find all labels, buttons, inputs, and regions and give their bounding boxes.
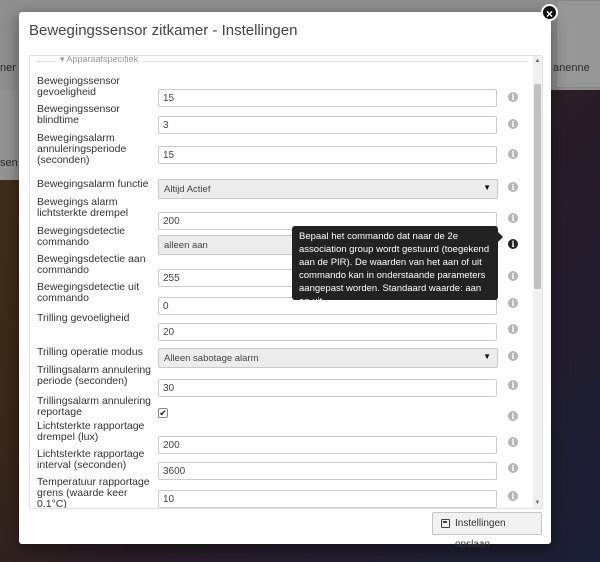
tooltip-arrow <box>498 232 503 242</box>
section-legend[interactable]: ▾ Apparaatspecifiek <box>56 55 143 65</box>
section-legend-label: Apparaatspecifiek <box>66 55 139 64</box>
setting-label: Bewegingssensor blindtime <box>37 103 120 126</box>
setting-label: Lichtsterkte rapportage drempel (lux) <box>37 420 145 443</box>
info-icon[interactable]: i <box>508 92 518 102</box>
info-icon[interactable]: i <box>508 119 518 129</box>
setting-input[interactable]: 200 <box>158 436 497 454</box>
caret-down-icon: ▼ <box>483 183 491 192</box>
save-settings-button[interactable]: Instellingen opslaan <box>432 512 542 550</box>
setting-label: Bewegingssensor gevoeligheid <box>37 75 120 98</box>
setting-label: Bewegingsdetectie commando <box>37 225 126 248</box>
setting-label: Lichtsterkte rapportage interval (second… <box>37 448 145 471</box>
setting-select[interactable]: Alleen sabotage alarm ▼ <box>158 348 498 368</box>
setting-label: Bewegingsalarm annuleringsperiode (secon… <box>37 132 127 166</box>
select-value: Alleen sabotage alarm <box>164 353 259 364</box>
close-button[interactable]: × <box>541 4 558 21</box>
select-value: alleen aan <box>164 240 208 251</box>
info-icon[interactable]: i <box>508 380 518 390</box>
setting-input[interactable]: 3 <box>158 116 497 134</box>
info-icon[interactable]: i <box>508 182 518 192</box>
setting-input[interactable]: 10 <box>158 490 497 508</box>
setting-select[interactable]: Altijd Actief ▼ <box>158 179 498 199</box>
close-icon: × <box>545 7 553 21</box>
modal-title: Bewegingssensor zitkamer - Instellingen <box>29 22 298 39</box>
caret-down-icon: ▼ <box>483 352 491 361</box>
scroll-up-arrow-icon[interactable]: ▲ <box>534 58 541 64</box>
setting-label: Temperatuur rapportage grens (waarde kee… <box>37 476 150 509</box>
scrollbar[interactable]: ▲ ▼ <box>533 56 542 508</box>
scrollbar-thumb[interactable] <box>534 84 541 289</box>
info-icon[interactable]: i <box>508 491 518 501</box>
info-icon[interactable]: i <box>508 351 518 361</box>
setting-label: Bewegings alarm lichtsterkte drempel <box>37 196 129 219</box>
info-icon[interactable]: i <box>508 271 518 281</box>
select-value: Altijd Actief <box>164 184 211 195</box>
setting-label: Bewegingsalarm functie <box>37 178 149 190</box>
setting-input[interactable]: 15 <box>158 146 497 164</box>
setting-input[interactable]: 30 <box>158 379 497 397</box>
info-tooltip: Bepaal het commando dat naar de 2e assoc… <box>292 226 498 307</box>
setting-input[interactable]: 20 <box>158 323 497 341</box>
setting-label: Trilling gevoeligheid <box>37 312 130 324</box>
info-icon[interactable]: i <box>508 463 518 473</box>
setting-label: Bewegingsdetectie uit commando <box>37 281 140 304</box>
info-icon[interactable]: i <box>508 213 518 223</box>
setting-checkbox[interactable]: ✔ <box>158 408 168 418</box>
floppy-disk-icon <box>441 519 450 528</box>
setting-label: Trillingsalarm annulering reportage <box>37 395 151 418</box>
info-icon[interactable]: i <box>508 437 518 447</box>
setting-label: Trillingsalarm annulering periode (secon… <box>37 364 151 387</box>
info-icon[interactable]: i <box>508 411 518 421</box>
info-icon[interactable]: i <box>508 149 518 159</box>
scroll-down-arrow-icon[interactable]: ▼ <box>534 500 541 506</box>
setting-input[interactable]: 15 <box>158 89 497 107</box>
setting-label: Bewegingsdetectie aan commando <box>37 253 146 276</box>
setting-label: Trilling operatie modus <box>37 346 143 358</box>
info-icon[interactable]: i <box>508 324 518 334</box>
setting-input[interactable]: 3600 <box>158 462 497 480</box>
info-icon[interactable]: i <box>508 239 518 249</box>
info-icon[interactable]: i <box>508 298 518 308</box>
